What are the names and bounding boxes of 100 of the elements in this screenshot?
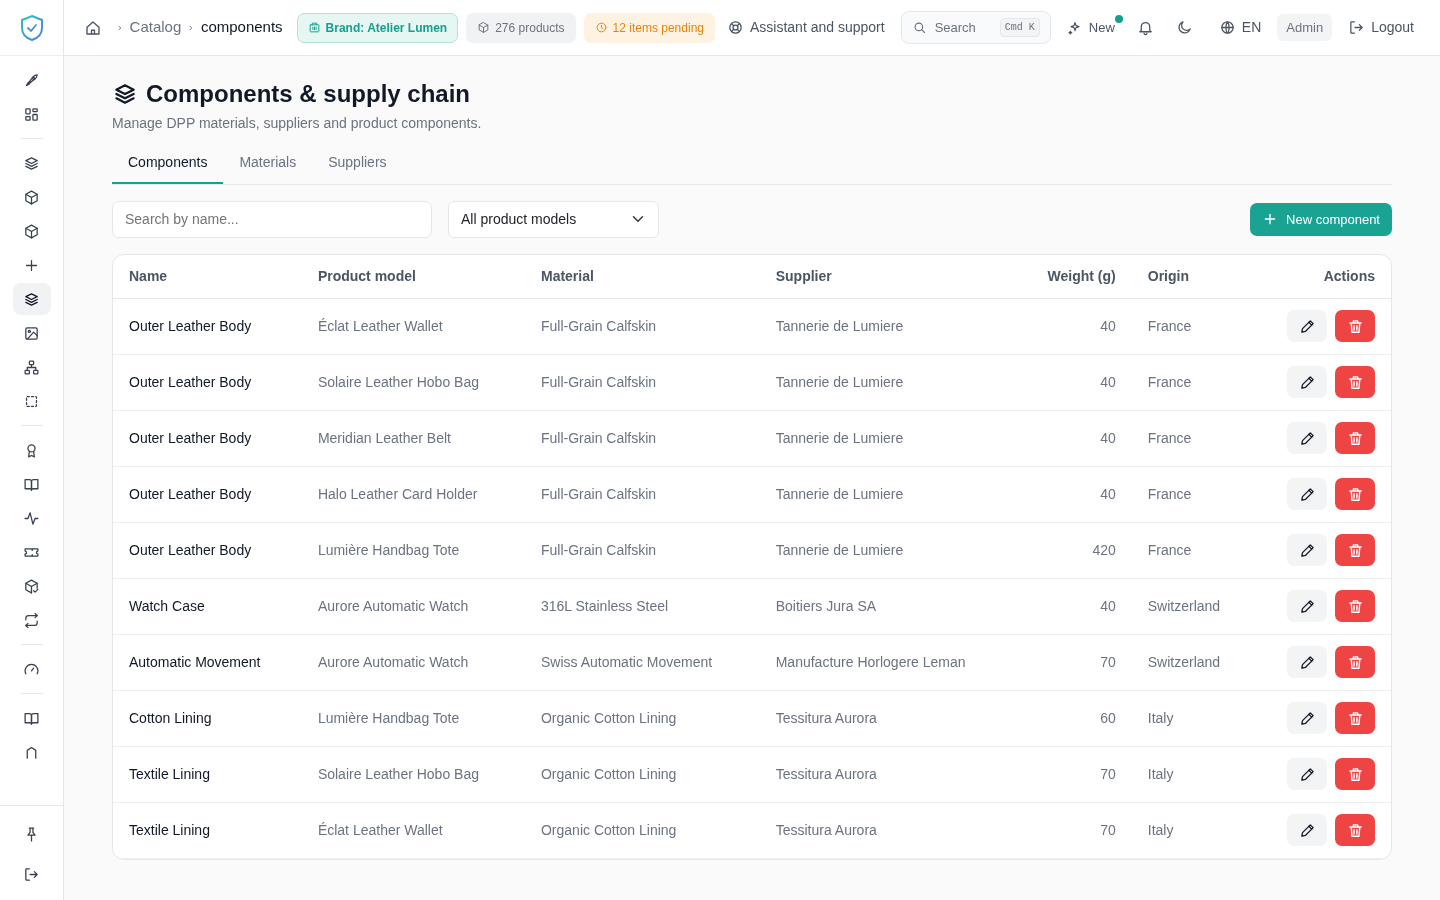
dashboard-icon — [23, 105, 40, 123]
shortcut-key: Cmd K — [999, 18, 1040, 37]
column-header: Material — [524, 254, 760, 299]
logout-icon — [1348, 19, 1366, 36]
activity-icon — [23, 509, 40, 527]
table-cell: 70 — [1016, 802, 1132, 859]
table-cell: Tannerie de Lumiere — [759, 354, 1017, 411]
tab[interactable]: Components — [112, 141, 224, 184]
trash-icon — [1346, 429, 1364, 447]
delete-button[interactable] — [1335, 702, 1375, 735]
logout-button[interactable]: Logout — [1342, 13, 1420, 42]
table-cell: Boitiers Jura SA — [759, 578, 1017, 635]
new-button[interactable]: New — [1060, 13, 1121, 42]
trash-icon — [1346, 821, 1364, 839]
delete-button[interactable] — [1335, 534, 1375, 567]
table-cell: France — [1131, 354, 1253, 411]
column-header: Supplier — [759, 254, 1017, 299]
page-subtitle: Manage DPP materials, suppliers and product components. — [112, 113, 483, 133]
pencil-icon — [1298, 653, 1316, 671]
search-field[interactable]: Search by name... — [112, 200, 432, 238]
role-button[interactable]: Admin — [1277, 13, 1333, 42]
table-cell: Solaire Leather Hobo Bag — [301, 746, 525, 803]
edit-button[interactable] — [1287, 534, 1327, 567]
delete-button[interactable] — [1335, 478, 1375, 511]
table-cell: 420 — [1016, 522, 1132, 579]
table-cell: Tannerie de Lumiere — [759, 410, 1017, 467]
delete-button[interactable] — [1335, 366, 1375, 399]
table-cell: Outer Leather Body — [113, 410, 302, 467]
edit-button[interactable] — [1287, 590, 1327, 623]
delete-button[interactable] — [1335, 422, 1375, 455]
table-cell: 60 — [1016, 690, 1132, 747]
cube-icon — [477, 21, 491, 34]
table-cell: 40 — [1016, 354, 1132, 411]
delete-button[interactable] — [1335, 590, 1375, 623]
table-cell: Outer Leather Body — [113, 354, 302, 411]
table-cell: Aurore Automatic Watch — [301, 634, 525, 691]
table-cell: Halo Leather Card Holder — [301, 466, 525, 523]
cube-icon — [23, 188, 40, 206]
table-cell: 70 — [1016, 746, 1132, 803]
status-badge: Brand: Atelier Lumen — [296, 12, 459, 43]
table-cell: Full-Grain Calfskin — [524, 298, 760, 355]
tab[interactable]: Materials — [223, 141, 313, 184]
pencil-icon — [1298, 597, 1316, 615]
image-icon — [23, 324, 40, 342]
table-cell: Éclat Leather Wallet — [301, 298, 525, 355]
edit-button[interactable] — [1287, 310, 1327, 343]
edit-button[interactable] — [1287, 814, 1327, 847]
edit-button[interactable] — [1287, 366, 1327, 399]
table-cell: Swiss Automatic Movement — [524, 634, 760, 691]
trash-icon — [1346, 765, 1364, 783]
table-cell: Éclat Leather Wallet — [301, 802, 525, 859]
trash-icon — [1346, 541, 1364, 559]
trash-icon — [1346, 653, 1364, 671]
delete-button[interactable] — [1335, 646, 1375, 679]
delete-button[interactable] — [1335, 814, 1375, 847]
table-cell: Organic Cotton Lining — [524, 690, 760, 747]
sidebar-item[interactable] — [12, 283, 51, 315]
package-check-icon — [23, 577, 40, 595]
sparkles-icon — [1066, 19, 1083, 36]
table-cell: Tannerie de Lumiere — [759, 466, 1017, 523]
pencil-icon — [1298, 317, 1316, 335]
table-cell: 40 — [1016, 410, 1132, 467]
table-cell: Italy — [1131, 746, 1253, 803]
breadcrumb-link[interactable]: Catalog — [129, 16, 182, 39]
trash-icon — [1346, 373, 1364, 391]
hierarchy-icon — [23, 358, 40, 376]
table-cell: 40 — [1016, 298, 1132, 355]
table-cell: Tannerie de Lumiere — [759, 298, 1017, 355]
table-cell: Switzerland — [1131, 634, 1253, 691]
pencil-icon — [1298, 373, 1316, 391]
delete-button[interactable] — [1335, 758, 1375, 791]
table-cell: Italy — [1131, 802, 1253, 859]
edit-button[interactable] — [1287, 702, 1327, 735]
language-button[interactable]: EN — [1212, 13, 1268, 42]
table-cell: Lumière Handbag Tote — [301, 522, 525, 579]
edit-button[interactable] — [1287, 646, 1327, 679]
repeat-icon — [23, 611, 40, 629]
bell-icon — [1136, 19, 1154, 36]
trash-icon — [1346, 597, 1364, 615]
breadcrumb-current: components — [200, 17, 283, 38]
pencil-icon — [1298, 429, 1316, 447]
model-select[interactable]: All product models — [448, 200, 659, 238]
lifebuoy-icon — [727, 19, 744, 36]
delete-button[interactable] — [1335, 310, 1375, 343]
logout-icon — [23, 865, 40, 883]
search-field[interactable]: Search Cmd K — [900, 10, 1051, 45]
edit-button[interactable] — [1287, 478, 1327, 511]
column-header: Actions — [1252, 254, 1391, 299]
table-cell: Watch Case — [113, 578, 302, 635]
edit-button[interactable] — [1287, 758, 1327, 791]
table-cell: Organic Cotton Lining — [524, 746, 760, 803]
globe-icon — [1218, 19, 1236, 36]
table-cell: Manufacture Horlogere Leman — [759, 634, 1017, 691]
support-link[interactable]: Assistant and support — [721, 13, 891, 42]
trash-icon — [1346, 485, 1364, 503]
table-cell: Tessitura Aurora — [759, 746, 1017, 803]
table-cell: Full-Grain Calfskin — [524, 354, 760, 411]
table-cell: Automatic Movement — [113, 634, 302, 691]
edit-button[interactable] — [1287, 422, 1327, 455]
tab[interactable]: Suppliers — [312, 141, 403, 184]
